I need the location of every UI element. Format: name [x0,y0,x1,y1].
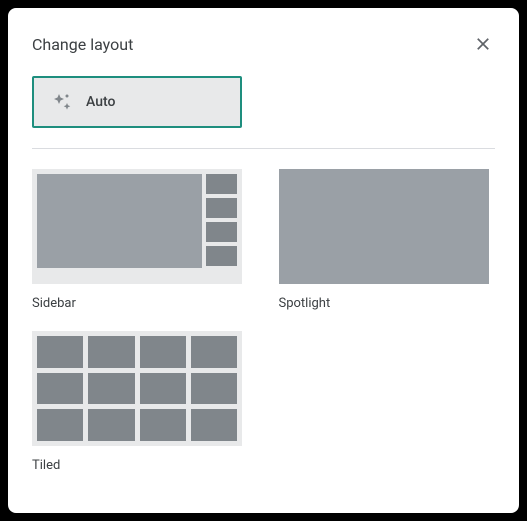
sparkle-icon [50,90,74,114]
dialog-title: Change layout [32,35,133,54]
layout-label-tiled: Tiled [32,458,249,473]
preview-spotlight [279,169,489,284]
close-button[interactable] [471,32,495,56]
auto-label: Auto [86,94,115,110]
preview-sidebar [32,169,242,284]
preview-tiled [32,331,242,446]
divider [32,148,495,149]
layout-label-spotlight: Spotlight [279,296,496,311]
close-icon [474,35,492,53]
layout-option-auto[interactable]: Auto [32,76,242,128]
change-layout-dialog: Change layout Auto Sidebar [8,8,519,513]
layout-label-sidebar: Sidebar [32,296,249,311]
layout-option-sidebar[interactable]: Sidebar [32,169,249,311]
dialog-header: Change layout [32,32,495,56]
layouts-grid: Sidebar Spotlight Tiled [32,169,495,473]
layout-option-tiled[interactable]: Tiled [32,331,249,473]
layout-option-spotlight[interactable]: Spotlight [279,169,496,311]
